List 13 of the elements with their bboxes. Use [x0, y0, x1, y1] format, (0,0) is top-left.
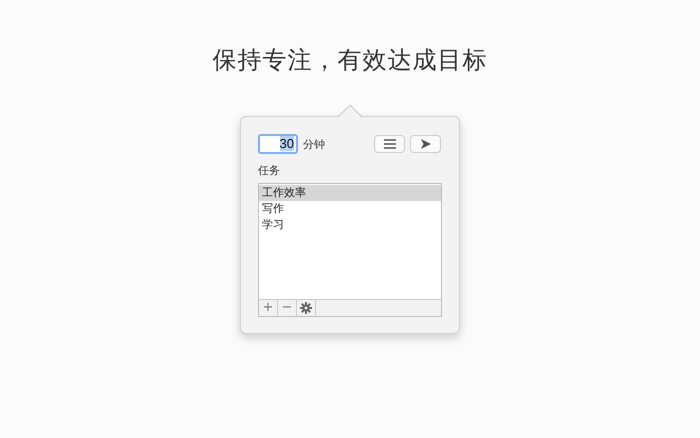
duration-field[interactable]: 30	[258, 134, 298, 154]
play-icon	[420, 138, 432, 150]
task-item[interactable]: 写作	[259, 201, 441, 217]
menu-icon	[382, 139, 396, 149]
task-item[interactable]: 工作效率	[259, 185, 441, 201]
settings-button[interactable]	[297, 300, 316, 316]
headline: 保持专注，有效达成目标	[212, 45, 488, 76]
menu-button[interactable]	[374, 135, 405, 153]
unit-label: 分钟	[303, 136, 325, 152]
task-item[interactable]: 学习	[259, 217, 441, 233]
tasks-label: 任务	[258, 163, 281, 179]
start-button[interactable]	[410, 135, 441, 153]
settings-icon	[300, 302, 312, 314]
